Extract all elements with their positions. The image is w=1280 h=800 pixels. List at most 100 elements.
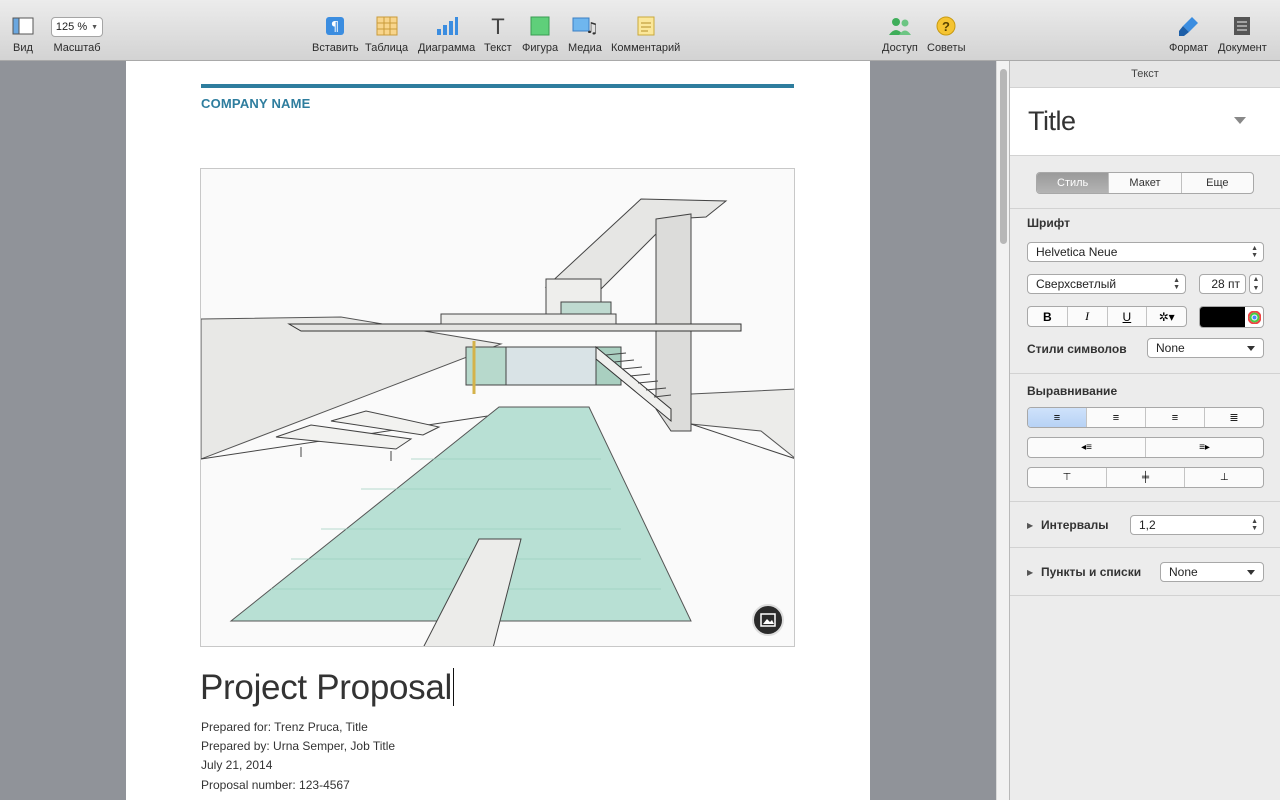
tab-style[interactable]: Стиль	[1037, 173, 1110, 193]
insert-pilcrow-icon: ¶	[322, 14, 348, 38]
text-color-swatch[interactable]	[1200, 307, 1245, 327]
shape-button[interactable]: Фигура	[522, 14, 558, 54]
question-icon: ?	[933, 14, 959, 38]
svg-text:T: T	[491, 16, 504, 36]
spacing-select[interactable]: 1,2 ▲ ▼	[1130, 515, 1264, 535]
view-icon	[10, 14, 36, 38]
replace-image-button[interactable]	[752, 604, 784, 636]
stepper-arrows-icon: ▲ ▼	[1251, 245, 1258, 259]
svg-text:♫: ♫	[585, 19, 598, 36]
document-canvas[interactable]: COMPANY NAME Project Proposal Prepared f…	[0, 61, 1009, 800]
image-icon	[760, 613, 776, 627]
stepper-arrows-icon: ▲ ▼	[1173, 277, 1180, 291]
chart-label: Диаграмма	[418, 42, 476, 54]
text-color-well[interactable]	[1199, 306, 1264, 328]
prepared-for[interactable]: Prepared for: Trenz Pruca, Title	[201, 720, 368, 734]
color-wheel-icon[interactable]	[1245, 307, 1263, 327]
font-size-value: 28 пт	[1211, 277, 1240, 291]
font-family-value: Helvetica Neue	[1036, 245, 1118, 259]
vertical-align-buttons: ⊤ ╪ ⊥	[1027, 467, 1264, 488]
zoom-value: 125 %	[55, 21, 88, 33]
char-styles-value: None	[1156, 341, 1185, 355]
italic-button[interactable]: I	[1068, 307, 1108, 326]
bullets-label[interactable]: Пункты и списки	[1041, 565, 1141, 579]
chevron-down-icon	[1247, 570, 1255, 575]
text-button[interactable]: T Текст	[484, 14, 512, 54]
font-size-stepper[interactable]: ▲ ▼	[1249, 274, 1263, 294]
tips-button[interactable]: ? Советы	[927, 14, 965, 54]
comment-icon	[633, 14, 659, 38]
title-text: Project Proposal	[200, 668, 452, 707]
divider	[1010, 501, 1280, 502]
paragraph-style-picker[interactable]: Title	[1010, 88, 1280, 156]
document-page[interactable]: COMPANY NAME Project Proposal Prepared f…	[126, 61, 870, 800]
align-top-button[interactable]: ⊤	[1028, 468, 1107, 487]
document-title[interactable]: Project Proposal	[200, 668, 454, 708]
zoom-control[interactable]: 125 % ▼ Масштаб	[51, 14, 103, 54]
text-label: Текст	[484, 42, 512, 54]
proposal-date[interactable]: July 21, 2014	[201, 758, 272, 772]
align-left-icon: ≡	[1053, 411, 1061, 424]
align-right-button[interactable]: ≡	[1146, 408, 1205, 427]
align-middle-button[interactable]: ╪	[1107, 468, 1186, 487]
align-top-icon: ⊤	[1062, 472, 1072, 483]
document-button[interactable]: Документ	[1218, 14, 1267, 54]
text-icon: T	[485, 14, 511, 38]
bold-button[interactable]: B	[1028, 307, 1068, 326]
share-button[interactable]: Доступ	[882, 14, 918, 54]
share-label: Доступ	[882, 42, 918, 54]
font-weight-select[interactable]: Сверхсветлый ▲ ▼	[1027, 274, 1186, 294]
align-left-button[interactable]: ≡	[1028, 408, 1087, 427]
spacing-label[interactable]: Интервалы	[1041, 518, 1109, 532]
disclosure-triangle-icon[interactable]: ▶	[1027, 521, 1033, 530]
format-label: Формат	[1169, 42, 1209, 54]
prepared-by[interactable]: Prepared by: Urna Semper, Job Title	[201, 739, 395, 753]
disclosure-triangle-icon[interactable]: ▶	[1027, 568, 1033, 577]
chart-button[interactable]: Диаграмма	[418, 14, 475, 54]
company-name[interactable]: COMPANY NAME	[201, 96, 311, 111]
alignment-buttons: ≡ ≡ ≡ ≣	[1027, 407, 1264, 428]
media-button[interactable]: ♫ Медиа	[568, 14, 602, 54]
format-button[interactable]: Формат	[1169, 14, 1208, 54]
architecture-sketch-image[interactable]	[200, 168, 795, 647]
font-size-field[interactable]: 28 пт	[1199, 274, 1246, 294]
inspector-header: Текст	[1010, 61, 1280, 88]
svg-text:?: ?	[942, 19, 950, 34]
divider	[1010, 373, 1280, 374]
text-cursor	[453, 668, 454, 706]
vertical-scrollbar[interactable]	[996, 61, 1009, 800]
align-justify-button[interactable]: ≣	[1205, 408, 1263, 427]
spacing-value: 1,2	[1139, 518, 1156, 532]
align-center-button[interactable]: ≡	[1087, 408, 1146, 427]
underline-button[interactable]: U	[1108, 307, 1148, 326]
comment-button[interactable]: Комментарий	[611, 14, 680, 54]
increase-indent-button[interactable]: ≡▸	[1146, 438, 1263, 457]
view-button[interactable]: Вид	[10, 14, 36, 54]
svg-text:¶: ¶	[331, 20, 339, 35]
font-family-select[interactable]: Helvetica Neue ▲ ▼	[1027, 242, 1264, 262]
insert-button[interactable]: ¶ Вставить	[312, 14, 359, 54]
tab-more[interactable]: Еще	[1182, 173, 1253, 193]
document-icon	[1229, 14, 1255, 38]
text-options-button[interactable]: ✲▾	[1147, 307, 1186, 326]
chevron-down-icon: ▼	[91, 23, 99, 31]
zoom-select[interactable]: 125 % ▼	[51, 17, 103, 37]
alignment-label: Выравнивание	[1027, 384, 1118, 398]
align-justify-icon: ≣	[1229, 412, 1239, 424]
table-button[interactable]: Таблица	[365, 14, 408, 54]
toolbar: Вид 125 % ▼ Масштаб ¶ Вставить Таблица Д…	[0, 0, 1280, 61]
align-center-icon: ≡	[1112, 411, 1120, 424]
decrease-indent-button[interactable]: ◂≡	[1028, 438, 1146, 457]
table-icon	[374, 14, 400, 38]
align-middle-icon: ╪	[1141, 472, 1150, 483]
chevron-down-icon	[1247, 346, 1255, 351]
proposal-number[interactable]: Proposal number: 123-4567	[201, 778, 350, 792]
media-icon: ♫	[572, 14, 598, 38]
char-styles-select[interactable]: None	[1147, 338, 1264, 358]
font-weight-value: Сверхсветлый	[1036, 277, 1117, 291]
bullets-select[interactable]: None	[1160, 562, 1264, 582]
chevron-down-icon	[1234, 117, 1246, 124]
scrollbar-thumb[interactable]	[1000, 69, 1007, 244]
align-bottom-button[interactable]: ⊥	[1185, 468, 1263, 487]
tab-layout[interactable]: Макет	[1109, 173, 1182, 193]
